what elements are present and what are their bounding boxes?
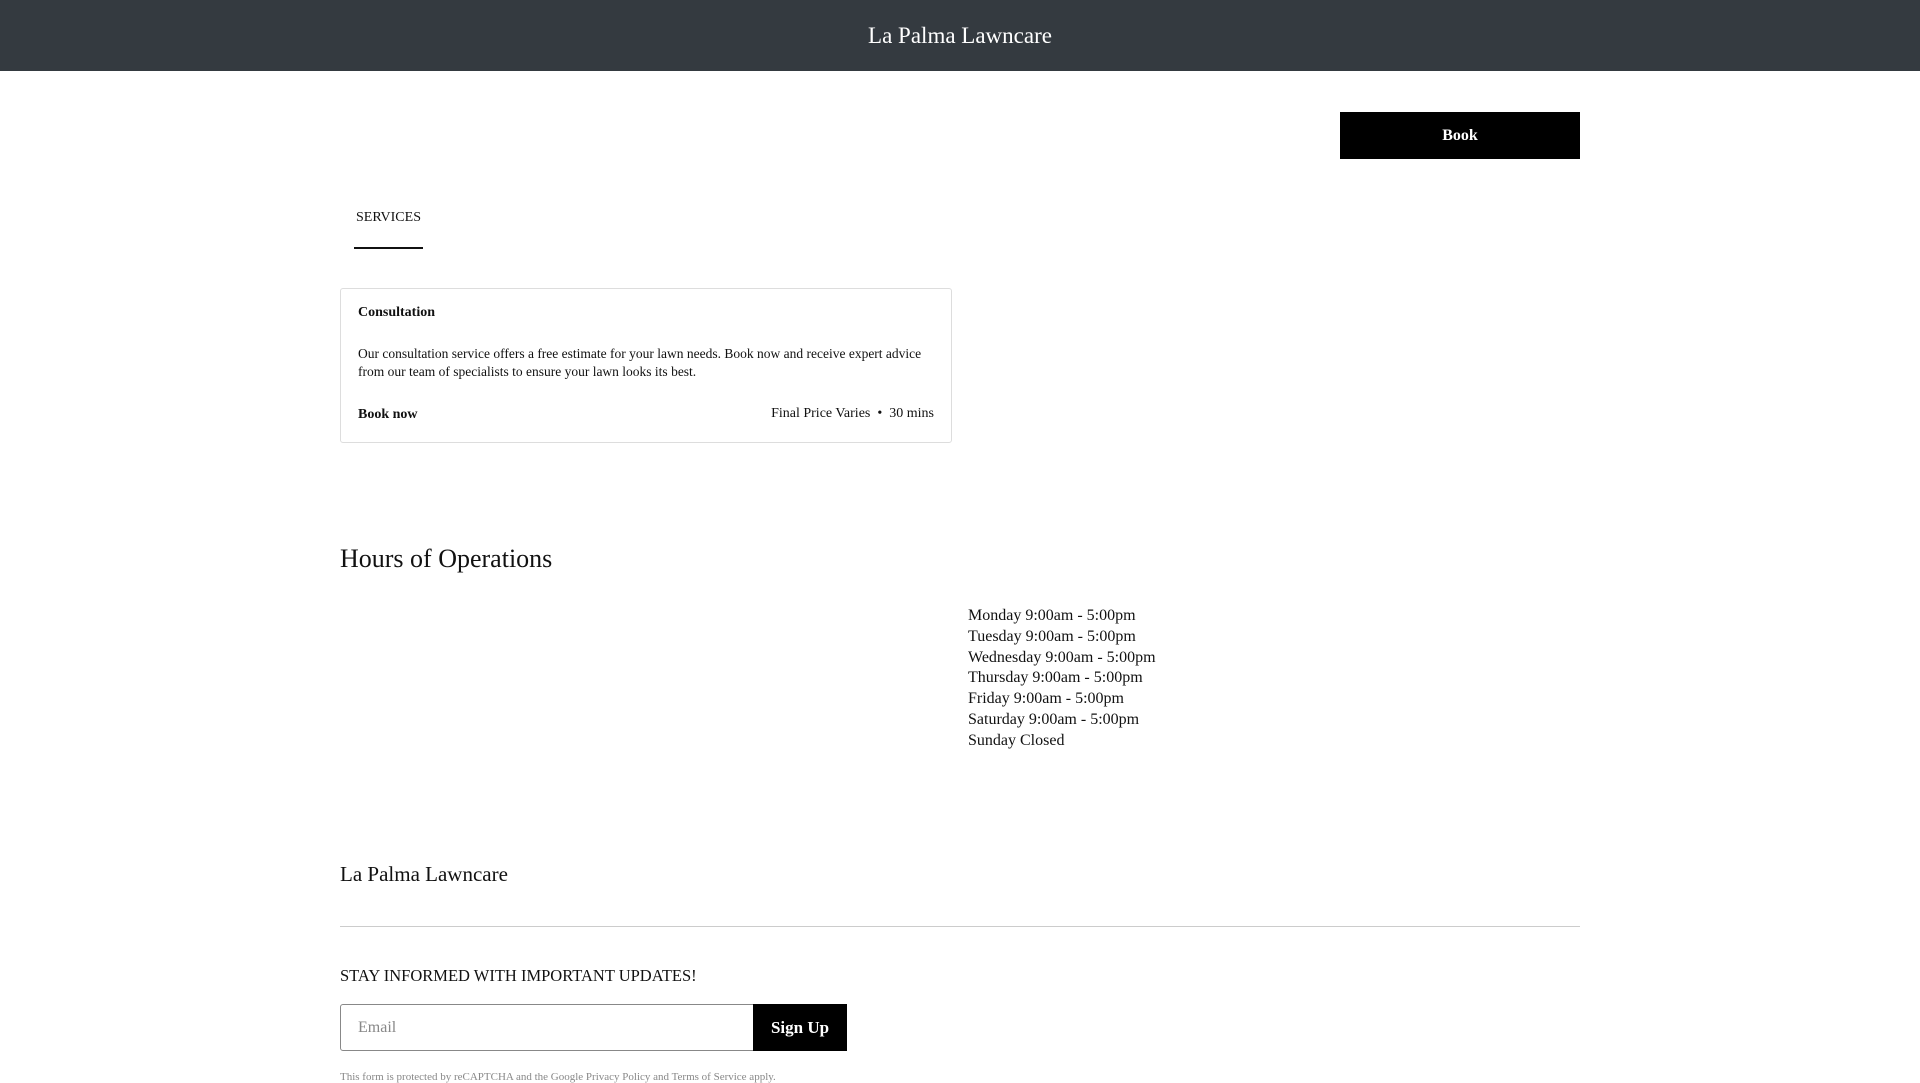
service-price: Final Price Varies — [771, 406, 871, 421]
hours-item: Wednesday 9:00am - 5:00pm — [968, 648, 1156, 666]
newsletter-heading: STAY INFORMED WITH IMPORTANT UPDATES! — [340, 966, 697, 985]
site-header: La Palma Lawncare — [0, 0, 1920, 71]
service-card: Consultation Our consultation service of… — [340, 288, 952, 443]
site-title: La Palma Lawncare — [868, 22, 1052, 48]
hours-item: Friday 9:00am - 5:00pm — [968, 690, 1124, 708]
service-duration: 30 mins — [889, 406, 934, 421]
hours-item: Monday 9:00am - 5:00pm — [968, 607, 1136, 624]
hours-item: Saturday 9:00am - 5:00pm — [968, 710, 1140, 728]
hours-item: Sunday Closed — [968, 731, 1065, 749]
footer-business-name: La Palma Lawncare — [340, 862, 508, 886]
hours-list: Monday 9:00am - 5:00pm Tuesday 9:00am - … — [968, 606, 1156, 752]
tab-services[interactable]: SERVICES — [354, 208, 423, 249]
recaptcha-notice: This form is protected by reCAPTCHA and … — [340, 1071, 776, 1083]
hours-heading: Hours of Operations — [340, 544, 553, 573]
service-meta: Final Price Varies • 30 mins — [771, 406, 934, 422]
service-title: Consultation — [358, 305, 436, 320]
hours-item: Thursday 9:00am - 5:00pm — [968, 669, 1143, 687]
sign-up-button[interactable]: Sign Up — [753, 1004, 847, 1051]
footer-divider — [340, 926, 1580, 927]
email-input[interactable] — [340, 1004, 754, 1051]
book-now-link[interactable]: Book now — [358, 407, 418, 423]
separator-dot: • — [877, 406, 883, 421]
service-description: Our consultation service offers a free e… — [358, 346, 922, 379]
hours-item: Tuesday 9:00am - 5:00pm — [968, 627, 1136, 645]
book-button[interactable]: Book — [1340, 112, 1580, 159]
